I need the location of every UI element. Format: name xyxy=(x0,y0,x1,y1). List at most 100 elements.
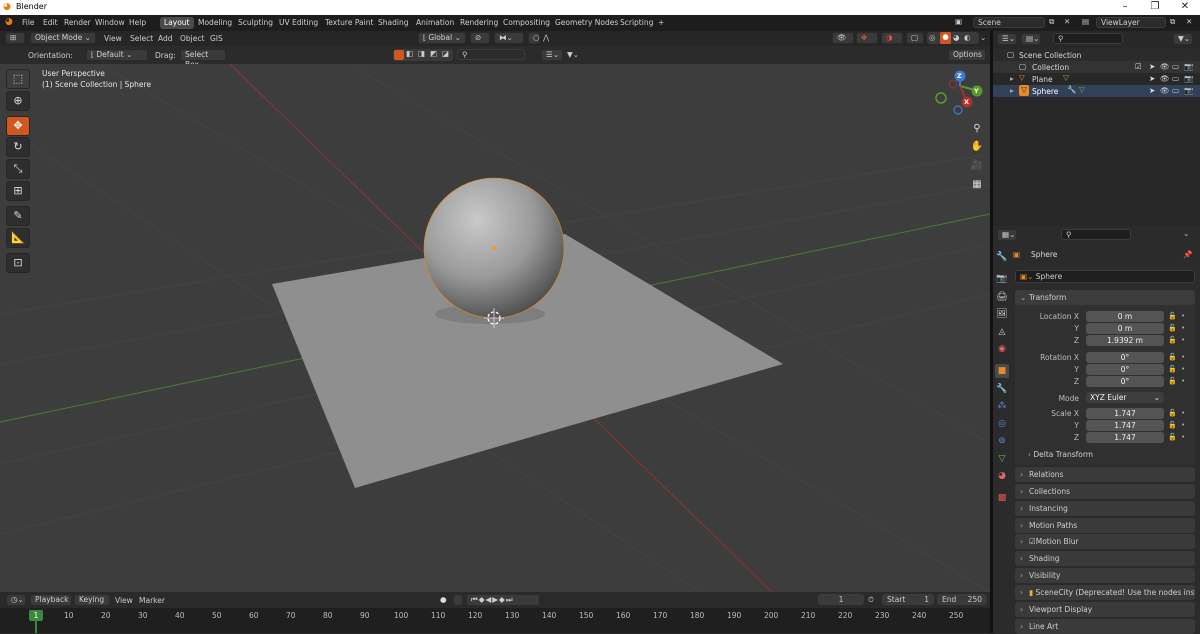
pivot-icon[interactable]: ⊘ xyxy=(470,32,490,44)
data-tab-icon[interactable]: ▽ xyxy=(995,452,1009,466)
ortho-grid-icon[interactable]: ▦ xyxy=(968,176,986,194)
lock-icon[interactable]: 🔓 xyxy=(1168,336,1177,344)
tab-modeling[interactable]: Modeling xyxy=(194,17,236,29)
collections-panel[interactable]: › Collections xyxy=(1015,484,1195,499)
lock-icon[interactable]: 🔓 xyxy=(1168,324,1177,332)
selectable-icon[interactable]: ➤ xyxy=(1149,86,1155,95)
tab-animation[interactable]: Animation xyxy=(412,17,458,29)
snap-icon[interactable]: ⧓⌄ xyxy=(494,32,524,44)
location-y-field[interactable]: 0 m xyxy=(1086,323,1164,334)
measure-tool-icon[interactable]: 📐 xyxy=(6,228,30,248)
menu-help[interactable]: Help xyxy=(129,18,146,27)
lock-icon[interactable]: 🔓 xyxy=(1168,365,1177,373)
tab-layout[interactable]: Layout xyxy=(160,17,194,29)
constraints-tab-icon[interactable]: ⊚ xyxy=(995,434,1009,448)
scene-field[interactable]: Scene xyxy=(973,17,1045,28)
render-tab-icon[interactable]: 📷 xyxy=(995,272,1009,286)
keyframe-icon[interactable] xyxy=(453,594,463,606)
lock-icon[interactable]: 🔓 xyxy=(1168,353,1177,361)
new-scene-icon[interactable]: ⧉ xyxy=(1049,17,1054,27)
monitor-icon[interactable]: ▭ xyxy=(1172,74,1179,83)
select-box-tool-icon[interactable]: ⬚ xyxy=(6,69,30,89)
scale-z-field[interactable]: 1.747 xyxy=(1086,432,1164,443)
keyframe-dot-icon[interactable]: • xyxy=(1181,312,1185,320)
keyframe-dot-icon[interactable]: • xyxy=(1181,324,1185,332)
keyframe-dot-icon[interactable]: • xyxy=(1181,336,1185,344)
tab-sculpting[interactable]: Sculpting xyxy=(234,17,277,29)
tab-geometry-nodes[interactable]: Geometry Nodes xyxy=(551,17,622,29)
rotation-x-field[interactable]: 0° xyxy=(1086,352,1164,363)
exclude-checkbox[interactable]: ☑ xyxy=(1135,62,1142,71)
shading-options-icon[interactable]: ⌄ xyxy=(980,33,986,42)
object-tab-icon[interactable]: ■ xyxy=(995,364,1009,378)
output-tab-icon[interactable]: 🖨 xyxy=(995,290,1009,304)
motion-blur-panel[interactable]: › ☑Motion Blur xyxy=(1015,534,1195,549)
falloff-icon[interactable]: ⋀ xyxy=(543,33,549,42)
display-mode-icon[interactable]: ▤⌄ xyxy=(1021,33,1041,45)
collapse-icon[interactable]: ⌄ xyxy=(1183,229,1189,238)
menu-select[interactable]: Select xyxy=(130,34,153,43)
gizmo-toggle-icon[interactable]: ✥ xyxy=(856,32,878,44)
tab-rendering[interactable]: Rendering xyxy=(456,17,502,29)
select-subtract-icon[interactable]: ◨ xyxy=(418,49,425,58)
timeline-ruler[interactable]: 1 10 20 30 40 50 60 70 80 90 100 110 120… xyxy=(0,608,990,633)
transform-panel-header[interactable]: ⌄ Transform xyxy=(1015,290,1195,305)
drag-select[interactable]: Select Box xyxy=(180,49,226,69)
modifier-wrench-icon[interactable]: 🔧 xyxy=(1067,85,1076,94)
keyframe-dot-icon[interactable]: • xyxy=(1181,365,1185,373)
annotate-tool-icon[interactable]: ✎ xyxy=(6,206,30,226)
camera-view-icon[interactable]: 🎥 xyxy=(968,157,986,175)
3d-viewport[interactable]: Z Y X User Perspective (1) Scene Collect… xyxy=(0,64,990,592)
delete-scene-icon[interactable]: ✕ xyxy=(1064,17,1070,26)
timeline-view-menu[interactable]: View xyxy=(115,596,133,605)
sort-icon[interactable]: ☰⌄ xyxy=(541,49,563,61)
tool-tab-icon[interactable]: 🔧 xyxy=(995,250,1009,264)
select-extend-icon[interactable]: ◧ xyxy=(406,49,413,58)
eye-icon[interactable]: 👁 xyxy=(1160,86,1170,95)
minimize-button[interactable]: – xyxy=(1110,0,1140,15)
viewlayer-icon[interactable]: ▤ xyxy=(1082,17,1089,26)
material-shading-icon[interactable]: ◕ xyxy=(953,33,960,42)
keyframe-dot-icon[interactable]: • xyxy=(1181,377,1185,385)
lock-icon[interactable]: 🔓 xyxy=(1168,409,1177,417)
location-z-field[interactable]: 1.9392 m xyxy=(1086,335,1164,346)
pan-hand-icon[interactable]: ✋ xyxy=(968,138,986,156)
motion-paths-panel[interactable]: › Motion Paths xyxy=(1015,518,1195,533)
scene-tab-icon[interactable]: ◬ xyxy=(995,325,1009,339)
lock-icon[interactable]: 🔓 xyxy=(1168,421,1177,429)
scale-tool-icon[interactable]: ⤡ xyxy=(6,159,30,179)
keyframe-dot-icon[interactable]: • xyxy=(1181,353,1185,361)
expand-arrow-icon[interactable]: ▸ xyxy=(1010,74,1014,83)
keyframe-dot-icon[interactable]: • xyxy=(1181,409,1185,417)
options-button[interactable]: Options xyxy=(948,49,986,61)
end-field[interactable]: End 250 xyxy=(937,594,987,605)
tab-scripting[interactable]: Scripting xyxy=(616,17,657,29)
visibility-icon[interactable]: 👁 xyxy=(832,32,854,44)
overlay-toggle-icon[interactable]: ◑ xyxy=(881,32,903,44)
menu-window[interactable]: Window xyxy=(95,18,125,27)
search-input[interactable]: ⚲ xyxy=(457,49,525,60)
close-button[interactable]: ✕ xyxy=(1170,0,1200,15)
outliner-row-sphere[interactable]: ▸ ▽ Sphere 🔧 ▽ ➤ 👁 ▭ 📷 xyxy=(993,85,1200,97)
rotation-z-field[interactable]: 0° xyxy=(1086,376,1164,387)
lock-icon[interactable]: 🔓 xyxy=(1168,377,1177,385)
wireframe-shading-icon[interactable]: ◎ xyxy=(929,33,936,42)
monitor-icon[interactable]: ▭ xyxy=(1172,86,1179,95)
world-tab-icon[interactable]: ◉ xyxy=(995,342,1009,356)
properties-search-input[interactable]: ⚲ xyxy=(1061,229,1131,240)
clock-icon[interactable]: ⏱ xyxy=(868,595,874,605)
properties-editor-icon[interactable]: ▦⌄ xyxy=(997,229,1017,241)
delta-transform-subpanel[interactable]: › Delta Transform xyxy=(1028,450,1093,459)
particles-tab-icon[interactable]: ⁂ xyxy=(995,399,1009,413)
select-new-icon[interactable] xyxy=(394,50,404,60)
zoom-icon[interactable]: ⚲ xyxy=(968,120,986,138)
keying-menu[interactable]: Keying ⌄ xyxy=(74,594,110,614)
render-camera-icon[interactable]: 📷 xyxy=(1184,62,1193,71)
start-field[interactable]: Start 1 xyxy=(882,594,934,605)
line-art-panel[interactable]: › Line Art xyxy=(1015,619,1195,634)
outliner-row-collection[interactable]: ▢ Collection ☑ ➤ 👁 ▭ 📷 xyxy=(993,61,1200,73)
menu-object[interactable]: Object xyxy=(180,34,204,43)
delete-viewlayer-icon[interactable]: ✕ xyxy=(1186,17,1192,26)
current-frame-field[interactable]: 1 xyxy=(818,594,864,605)
menu-render[interactable]: Render xyxy=(64,18,91,27)
